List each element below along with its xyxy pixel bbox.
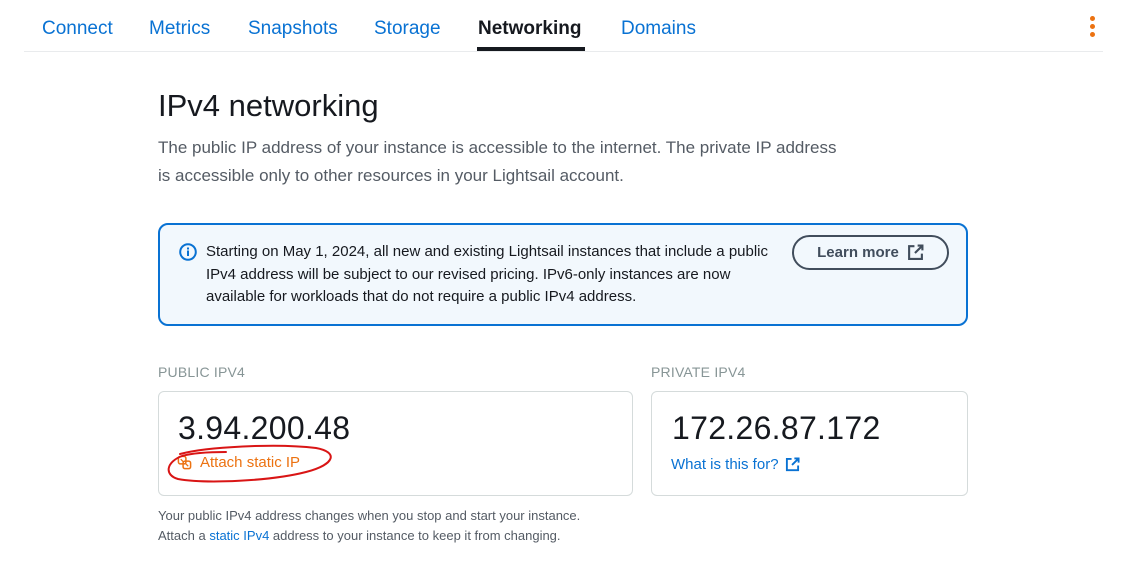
static-ip-icon <box>177 455 192 470</box>
learn-more-button[interactable]: Learn more <box>792 235 949 270</box>
tab-bar: Connect Metrics Snapshots Storage Networ… <box>24 0 1103 52</box>
pricing-alert: Starting on May 1, 2024, all new and exi… <box>158 223 968 326</box>
tab-domains[interactable]: Domains <box>621 18 696 40</box>
external-link-icon <box>785 457 800 472</box>
info-icon <box>179 243 197 261</box>
public-ipv4-card: 3.94.200.48 Attach static IP <box>158 391 633 496</box>
footnote-prefix: Attach a <box>158 528 206 543</box>
static-ipv4-link[interactable]: static IPv4 <box>209 528 269 543</box>
active-tab-indicator <box>477 47 585 51</box>
kebab-menu-icon[interactable] <box>1083 16 1101 42</box>
tab-storage[interactable]: Storage <box>374 18 441 40</box>
public-ipv4-label: PUBLIC IPV4 <box>158 364 246 380</box>
tab-networking[interactable]: Networking <box>478 18 581 40</box>
external-link-icon <box>907 244 924 260</box>
alert-message: Starting on May 1, 2024, all new and exi… <box>206 243 769 305</box>
page-title: IPv4 networking <box>158 88 379 123</box>
private-ipv4-label: PRIVATE IPV4 <box>651 364 746 380</box>
tab-connect[interactable]: Connect <box>42 18 113 40</box>
what-is-this-for-label: What is this for? <box>671 456 779 473</box>
learn-more-label: Learn more <box>817 244 899 261</box>
tab-snapshots[interactable]: Snapshots <box>248 18 338 40</box>
footnote-line-1: Your public IPv4 address changes when yo… <box>158 508 581 523</box>
public-ip-address: 3.94.200.48 <box>178 410 351 446</box>
page-description: The public IP address of your instance i… <box>158 138 837 185</box>
attach-static-ip-link[interactable]: Attach static IP <box>177 454 300 471</box>
private-ipv4-card: 172.26.87.172 What is this for? <box>651 391 968 496</box>
tab-metrics[interactable]: Metrics <box>149 18 210 40</box>
attach-static-ip-label: Attach static IP <box>200 454 301 471</box>
ip-footnote: Your public IPv4 address changes when yo… <box>158 506 580 546</box>
footnote-line-2: Attach a static IPv4 address to your ins… <box>158 526 580 546</box>
footnote-suffix: address to your instance to keep it from… <box>272 528 561 543</box>
what-is-this-for-link[interactable]: What is this for? <box>671 456 800 473</box>
private-ip-address: 172.26.87.172 <box>672 410 881 446</box>
